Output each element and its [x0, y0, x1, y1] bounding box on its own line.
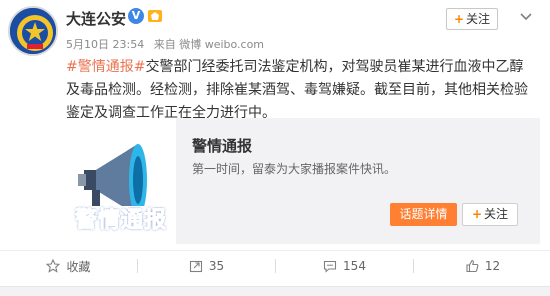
like-count: 12	[484, 259, 501, 273]
post-timestamp[interactable]: 5月10日 23:54	[66, 38, 144, 51]
thumb-caption-text: 警情通报	[74, 208, 167, 234]
comment-count: 154	[343, 259, 366, 273]
topic-follow-label: 关注	[484, 207, 509, 221]
action-bar: 收藏 35 154 12	[0, 250, 550, 280]
repost-count: 35	[208, 259, 225, 273]
topic-thumbnail[interactable]: 警情通报	[66, 118, 176, 244]
plus-icon: +	[453, 12, 465, 26]
thumbs-up-icon	[466, 259, 479, 273]
repost-button[interactable]: 35	[138, 251, 275, 281]
like-button[interactable]: 12	[414, 251, 550, 281]
topic-title[interactable]: 警情通报	[192, 135, 252, 156]
follow-button[interactable]: + 关注	[446, 8, 498, 30]
repost-icon	[189, 260, 202, 273]
post-text: #警情通报#交警部门经委托司法鉴定机构，对驾驶员崔某进行血液中乙醇及毒品检测。经…	[66, 56, 536, 125]
chevron-down-icon[interactable]	[518, 10, 534, 24]
hashtag-link[interactable]: #警情通报#	[66, 59, 145, 75]
favorite-button[interactable]: 收藏	[0, 251, 137, 281]
comment-button[interactable]: 154	[276, 251, 413, 281]
weibo-post-card: 大连公安 V 5月10日 23:54 来自 微博 weibo.com + 关注 #…	[0, 0, 550, 296]
post-meta: 5月10日 23:54 来自 微博 weibo.com	[66, 36, 270, 52]
plus-icon: +	[471, 207, 483, 221]
star-icon	[46, 259, 61, 273]
follow-label: 关注	[466, 12, 491, 26]
avatar[interactable]	[8, 6, 58, 56]
verified-icon: V	[128, 8, 144, 24]
comment-icon	[323, 260, 337, 273]
favorite-label: 收藏	[66, 259, 91, 274]
topic-follow-button[interactable]: + 关注	[462, 203, 518, 226]
post-source[interactable]: 来自 微博 weibo.com	[154, 38, 264, 51]
thumb-caption: 警情通报	[69, 206, 173, 236]
topic-description: 第一时间，留泰为大家播报案件快讯。	[192, 162, 397, 176]
police-badge-icon	[10, 8, 56, 54]
account-name[interactable]: 大连公安	[66, 8, 126, 29]
topic-detail-button[interactable]: 话题详情	[390, 203, 457, 226]
vip-badge-icon	[148, 10, 162, 22]
card-bottom-divider	[0, 286, 550, 296]
